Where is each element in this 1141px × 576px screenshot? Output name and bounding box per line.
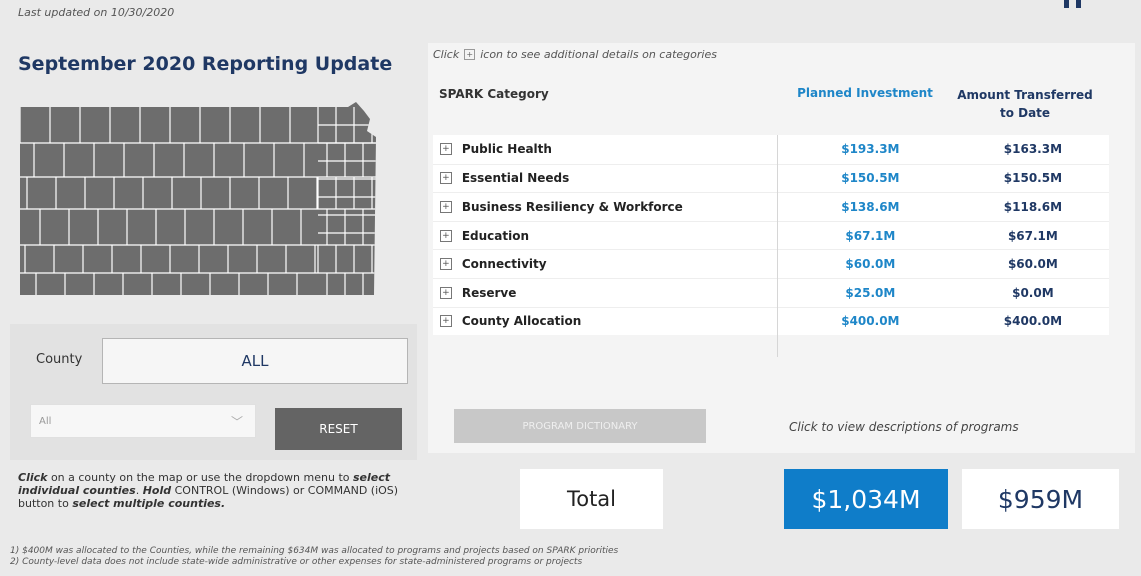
- footnotes: 1) $400M was allocated to the Counties, …: [10, 546, 618, 568]
- plus-square-icon[interactable]: +: [440, 315, 452, 328]
- table-row[interactable]: + Essential Needs $150.5M $150.5M: [433, 163, 1109, 193]
- footnote: 2) County-level data does not include st…: [10, 557, 583, 567]
- last-updated: Last updated on 10/30/2020: [18, 6, 175, 19]
- page-title: September 2020 Reporting Update: [18, 53, 393, 75]
- table-row[interactable]: + Public Health $193.3M $163.3M: [433, 135, 1109, 164]
- plus-square-icon: +: [464, 49, 476, 60]
- county-dropdown[interactable]: All ﹀: [30, 404, 256, 438]
- state-shape: [20, 102, 376, 295]
- county-selection-card: ALL: [102, 338, 408, 384]
- table-row[interactable]: + Education $67.1M $67.1M: [433, 220, 1109, 250]
- total-planned-card: $1,034M: [784, 469, 948, 529]
- plus-square-icon[interactable]: +: [440, 286, 452, 299]
- total-label-card: Total: [520, 469, 663, 529]
- program-dictionary-hint: Click to view descriptions of programs: [789, 420, 1019, 434]
- table-row[interactable]: + County Allocation $400.0M $400.0M: [433, 306, 1109, 336]
- table-row[interactable]: + Business Resiliency & Workforce $138.6…: [433, 192, 1109, 221]
- plus-square-icon[interactable]: +: [440, 172, 452, 185]
- reset-button[interactable]: RESET: [275, 408, 402, 450]
- plus-square-icon[interactable]: +: [440, 143, 452, 156]
- plus-square-icon[interactable]: +: [440, 258, 452, 271]
- plus-square-icon[interactable]: +: [440, 229, 452, 242]
- chevron-down-icon: ﹀: [230, 414, 243, 429]
- column-header-category[interactable]: SPARK Category: [439, 87, 549, 101]
- column-divider: [777, 135, 778, 357]
- expand-hint: Click + icon to see additional details o…: [433, 48, 717, 61]
- table-row[interactable]: + Reserve $25.0M $0.0M: [433, 277, 1109, 307]
- map-instructions: Click on a county on the map or use the …: [18, 471, 399, 510]
- program-dictionary-button[interactable]: PROGRAM DICTIONARY: [454, 409, 706, 443]
- county-label: County: [36, 352, 83, 367]
- county-dropdown-value: All: [39, 415, 52, 427]
- column-header-amount[interactable]: Amount Transferred to Date: [950, 86, 1100, 122]
- category-table-body: + Public Health $193.3M $163.3M + Essent…: [433, 135, 1109, 336]
- logo-fragment: [1060, 0, 1140, 8]
- table-row[interactable]: + Connectivity $60.0M $60.0M: [433, 249, 1109, 278]
- kansas-county-map[interactable]: [18, 97, 418, 309]
- footnote: 1) $400M was allocated to the Counties, …: [10, 546, 619, 556]
- plus-square-icon[interactable]: +: [440, 200, 452, 213]
- column-header-planned[interactable]: Planned Investment: [785, 86, 945, 100]
- total-transferred-card: $959M: [962, 469, 1119, 529]
